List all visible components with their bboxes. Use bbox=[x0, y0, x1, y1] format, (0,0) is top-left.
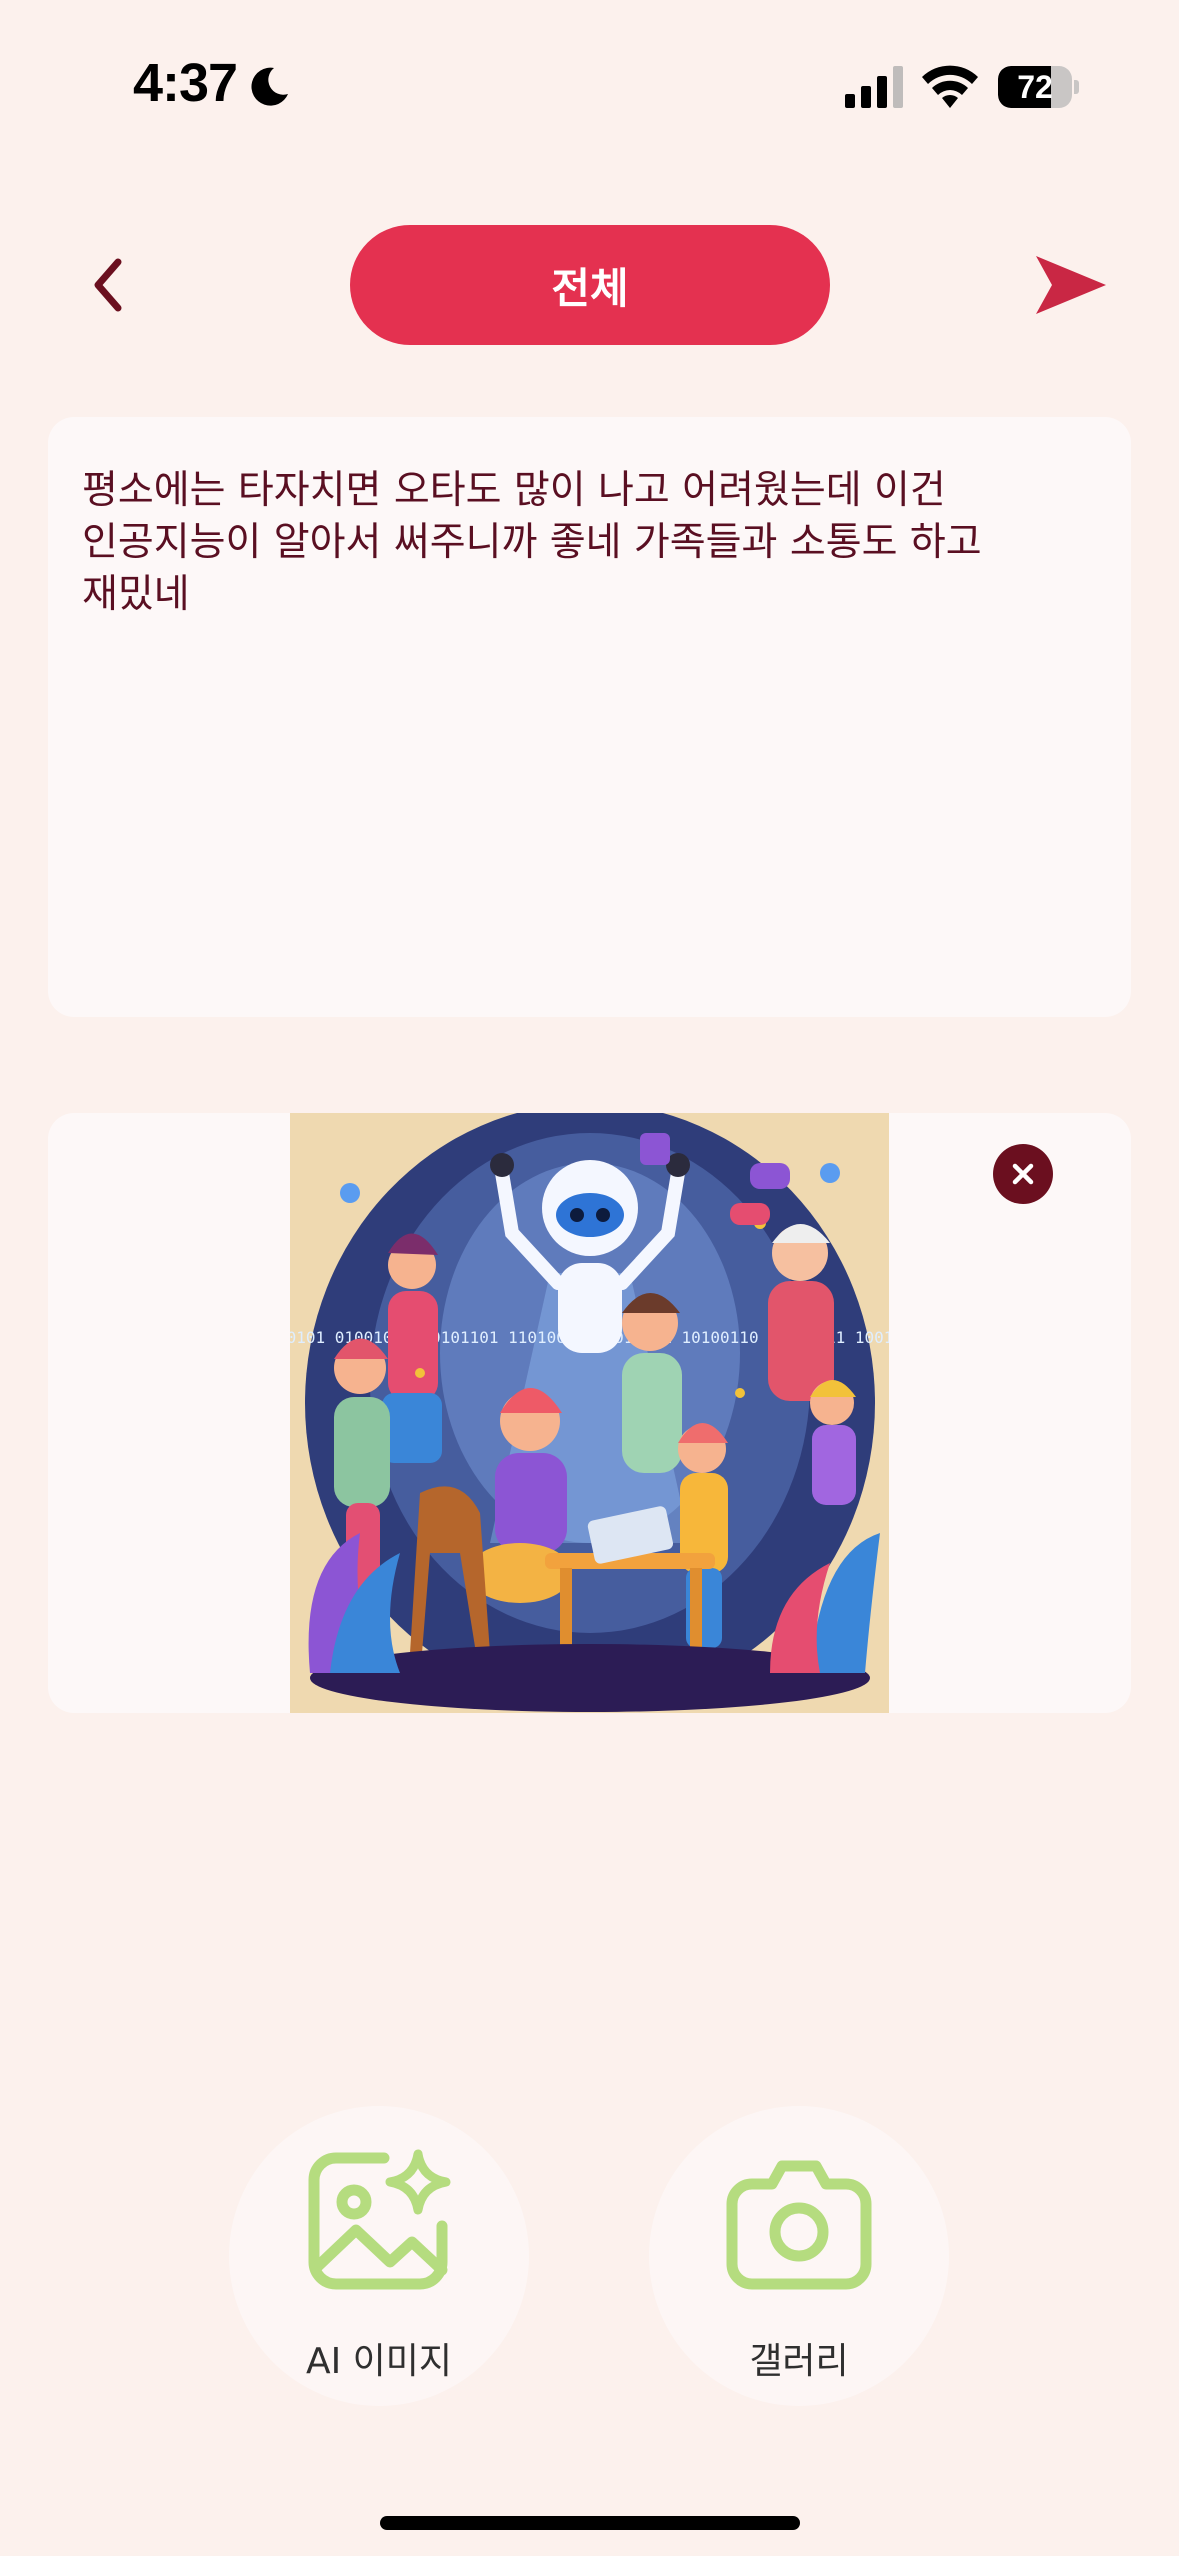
chevron-left-icon[interactable] bbox=[80, 250, 140, 320]
person-far-right bbox=[768, 1224, 834, 1401]
ai-image-label: AI 이미지 bbox=[305, 2341, 453, 2382]
post-text-card[interactable]: 평소에는 타자치면 오타도 많이 나고 어려웠는데 이건 인공지능이 알아서 써… bbox=[48, 417, 1131, 1017]
camera-icon bbox=[726, 2160, 872, 2290]
status-bar: 4:37 72 bbox=[0, 0, 1179, 150]
sparkle-image-icon bbox=[308, 2149, 451, 2290]
close-icon bbox=[1012, 1163, 1034, 1185]
moon-icon bbox=[251, 67, 288, 106]
home-indicator[interactable] bbox=[380, 2516, 800, 2530]
send-icon[interactable] bbox=[1030, 250, 1110, 320]
battery-icon: 72 bbox=[998, 66, 1079, 108]
gallery-label: 갤러리 bbox=[749, 2341, 849, 2382]
attachment-card: 10110101 01001011 00101101 11010010 0101… bbox=[48, 1113, 1131, 1713]
remove-image-button[interactable] bbox=[993, 1144, 1053, 1204]
status-time: 4:37 bbox=[133, 53, 238, 113]
ai-image-button[interactable]: AI 이미지 bbox=[229, 2106, 529, 2406]
person-right bbox=[622, 1293, 682, 1473]
battery-percent: 72 bbox=[1017, 69, 1053, 105]
post-text[interactable]: 평소에는 타자치면 오타도 많이 나고 어려웠는데 이건 인공지능이 알아서 써… bbox=[82, 465, 1097, 621]
gallery-button[interactable]: 갤러리 bbox=[649, 2106, 949, 2406]
attached-image: 10110101 01001011 00101101 11010010 0101… bbox=[290, 1113, 889, 1713]
signal-icon bbox=[845, 66, 903, 108]
filter-button[interactable]: 전체 bbox=[350, 225, 830, 345]
child-far-right bbox=[810, 1380, 856, 1505]
person-left bbox=[382, 1233, 442, 1463]
wifi-icon bbox=[922, 65, 978, 108]
